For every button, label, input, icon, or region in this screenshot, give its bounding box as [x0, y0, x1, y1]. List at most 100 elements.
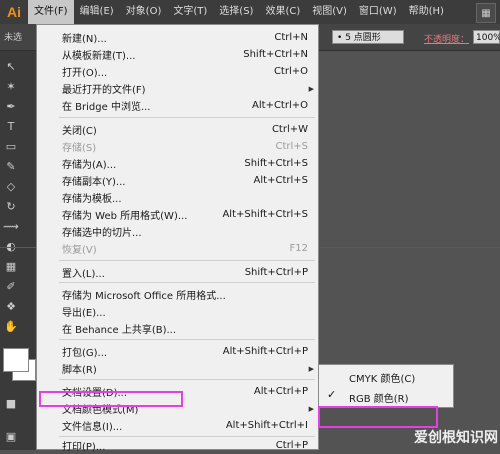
shortcut: Alt+Ctrl+O	[252, 100, 308, 111]
menu-label: 存储为模板...	[62, 194, 122, 205]
tools-panel: ↖ ✶ ✒ T ▭ ✎ ◇ ↻ ⟿ ◐ ▦ ✐ ❖ ✋ ■ ▣	[0, 51, 37, 450]
type-tool-icon[interactable]: T	[4, 119, 18, 133]
rotate-tool-icon[interactable]: ↻	[4, 199, 18, 213]
app-logo: Ai	[7, 4, 21, 20]
width-tool-icon[interactable]: ⟿	[3, 219, 19, 233]
menu-separator	[59, 282, 315, 283]
menu-place[interactable]: 置入(L)... Shift+Ctrl+P	[37, 264, 318, 281]
shortcut: Shift+Ctrl+S	[244, 158, 308, 169]
menu-label: 打开(O)...	[62, 68, 108, 79]
menu-label: 存储选中的切片...	[62, 228, 142, 239]
menu-label: 打包(G)...	[62, 348, 108, 359]
menu-save-template[interactable]: 存储为模板...	[37, 189, 318, 206]
magic-wand-icon[interactable]: ✶	[4, 79, 18, 93]
color-mode-submenu: CMYK 颜色(C) ✓ RGB 颜色(R)	[318, 364, 454, 408]
submenu-cmyk[interactable]: CMYK 颜色(C)	[319, 367, 453, 385]
menu-export[interactable]: 导出(E)...	[37, 303, 318, 320]
menu-new[interactable]: 新建(N)... Ctrl+N	[37, 29, 318, 46]
opacity-input[interactable]: 100%	[473, 30, 500, 44]
color-mode-highlight-box	[39, 391, 183, 407]
menu-file[interactable]: 文件(F)	[28, 0, 74, 24]
watermark: 爱创根知识网	[414, 430, 498, 446]
pen-tool-icon[interactable]: ✒	[4, 99, 18, 113]
hand-tool-icon[interactable]: ✋	[4, 319, 18, 333]
menu-label: 在 Bridge 中浏览...	[62, 102, 151, 113]
pencil-tool-icon[interactable]: ✎	[4, 159, 18, 173]
menu-label: 存储副本(Y)...	[62, 177, 126, 188]
submenu-arrow-icon: ▶	[308, 404, 314, 413]
menu-label: 存储为 Microsoft Office 所用格式...	[62, 291, 226, 302]
menu-save-as[interactable]: 存储为(A)... Shift+Ctrl+S	[37, 155, 318, 172]
rgb-highlight-box	[318, 406, 438, 428]
menu-label: 从模板新建(T)...	[62, 51, 136, 62]
menu-save-copy[interactable]: 存储副本(Y)... Alt+Ctrl+S	[37, 172, 318, 189]
submenu-rgb[interactable]: ✓ RGB 颜色(R)	[319, 387, 453, 405]
mesh-tool-icon[interactable]: ▦	[4, 259, 18, 273]
menu-save-office[interactable]: 存储为 Microsoft Office 所用格式...	[37, 286, 318, 303]
menu-scripts[interactable]: 脚本(R) ▶	[37, 360, 318, 377]
dot-icon: •	[337, 33, 343, 43]
submenu-arrow-icon: ▶	[308, 84, 314, 93]
shortcut: Ctrl+W	[271, 124, 308, 135]
brush-select[interactable]: • 5 点圆形	[332, 30, 404, 44]
shortcut: Alt+Shift+Ctrl+I	[225, 420, 308, 431]
eyedropper-icon[interactable]: ✐	[4, 279, 18, 293]
menu-label: 在 Behance 上共享(B)...	[62, 325, 177, 336]
shortcut: Ctrl+S	[275, 141, 308, 152]
checkmark-icon: ✓	[327, 388, 337, 401]
shortcut: Ctrl+O	[273, 66, 308, 77]
menu-effect[interactable]: 效果(C)	[259, 0, 306, 24]
menu-type[interactable]: 文字(T)	[167, 0, 213, 24]
menu-print[interactable]: 打印(P)... Ctrl+P	[37, 437, 318, 454]
selection-tool-icon[interactable]: ↖	[4, 59, 18, 73]
menu-window[interactable]: 窗口(W)	[353, 0, 403, 24]
menu-browse-bridge[interactable]: 在 Bridge 中浏览... Alt+Ctrl+O	[37, 97, 318, 114]
symbol-sprayer-icon[interactable]: ❖	[4, 299, 18, 313]
shortcut: F12	[289, 243, 308, 254]
submenu-arrow-icon: ▶	[308, 364, 314, 373]
menu-new-from-template[interactable]: 从模板新建(T)... Shift+Ctrl+N	[37, 46, 318, 63]
menu-label: 打印(P)...	[62, 442, 106, 453]
menu-view[interactable]: 视图(V)	[306, 0, 353, 24]
brush-label: 5 点圆形	[345, 33, 381, 43]
menu-separator	[59, 339, 315, 340]
shortcut: Alt+Shift+Ctrl+P	[222, 346, 308, 357]
menu-save-slices[interactable]: 存储选中的切片...	[37, 223, 318, 240]
menu-select[interactable]: 选择(S)	[213, 0, 259, 24]
menu-label: 存储为(A)...	[62, 160, 117, 171]
shortcut: Alt+Shift+Ctrl+S	[222, 209, 308, 220]
submenu-label: CMYK 颜色(C)	[349, 374, 416, 385]
layout-icon[interactable]: ▦	[476, 3, 496, 23]
menu-label: 新建(N)...	[62, 34, 107, 45]
menu-recent-files[interactable]: 最近打开的文件(F) ▶	[37, 80, 318, 97]
menu-label: 恢复(V)	[62, 245, 97, 256]
menu-help[interactable]: 帮助(H)	[403, 0, 450, 24]
shortcut: Alt+Ctrl+S	[253, 175, 308, 186]
shortcut: Shift+Ctrl+P	[244, 267, 308, 278]
menu-label: 存储为 Web 所用格式(W)...	[62, 211, 188, 222]
menu-edit[interactable]: 编辑(E)	[74, 0, 120, 24]
opacity-label[interactable]: 不透明度：	[424, 32, 469, 45]
shortcut: Ctrl+P	[275, 440, 308, 451]
menu-file-info[interactable]: 文件信息(I)... Alt+Shift+Ctrl+I	[37, 417, 318, 434]
file-menu-dropdown: 新建(N)... Ctrl+N 从模板新建(T)... Shift+Ctrl+N 打…	[36, 24, 319, 453]
color-mode-icon[interactable]: ■	[4, 396, 18, 410]
shape-builder-icon[interactable]: ◐	[4, 239, 18, 253]
menu-package[interactable]: 打包(G)... Alt+Shift+Ctrl+P	[37, 343, 318, 360]
menu-revert[interactable]: 恢复(V) F12	[37, 240, 318, 257]
menu-label: 文件信息(I)...	[62, 422, 123, 433]
fill-swatch[interactable]	[3, 348, 29, 372]
menu-object[interactable]: 对象(O)	[120, 0, 168, 24]
screen-mode-icon[interactable]: ▣	[4, 429, 18, 443]
menu-open[interactable]: 打开(O)... Ctrl+O	[37, 63, 318, 80]
menu-save[interactable]: 存储(S) Ctrl+S	[37, 138, 318, 155]
rectangle-tool-icon[interactable]: ▭	[4, 139, 18, 153]
eraser-tool-icon[interactable]: ◇	[4, 179, 18, 193]
menu-close[interactable]: 关闭(C) Ctrl+W	[37, 121, 318, 138]
menu-label: 存储(S)	[62, 143, 97, 154]
shortcut: Ctrl+N	[274, 32, 308, 43]
menu-share-behance[interactable]: 在 Behance 上共享(B)...	[37, 320, 318, 337]
selection-status: 未选	[4, 33, 23, 43]
menu-save-for-web[interactable]: 存储为 Web 所用格式(W)... Alt+Shift+Ctrl+S	[37, 206, 318, 223]
menu-label: 关闭(C)	[62, 126, 97, 137]
